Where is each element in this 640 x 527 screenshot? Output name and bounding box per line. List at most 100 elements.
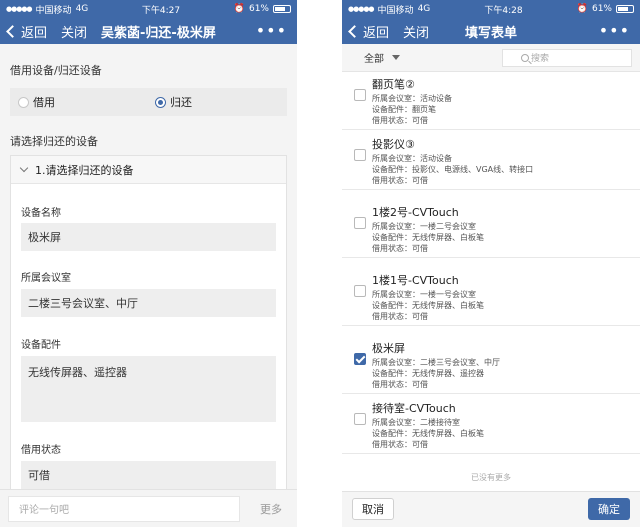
- checkbox[interactable]: [354, 89, 366, 101]
- item-state: 借用状态：可借: [372, 116, 428, 125]
- checkbox[interactable]: [354, 217, 366, 229]
- action-bar: 取消 确定: [342, 491, 640, 527]
- field-label-meeting-room: 所属会议室: [21, 273, 71, 284]
- chevron-left-icon: [348, 24, 361, 38]
- list-item-selected[interactable]: 极米屏 所属会议室：二楼三号会议室、中厅 设备配件：无线传屏器、遥控器 借用状态…: [342, 336, 640, 394]
- card-header-toggle[interactable]: 1.请选择归还的设备: [11, 156, 286, 184]
- list-item[interactable]: 1楼1号-CVTouch 所属会议室：一楼一号会议室 设备配件：无线传屏器、白板…: [342, 268, 640, 326]
- confirm-button[interactable]: 确定: [588, 498, 630, 520]
- device-card: 1.请选择归还的设备 设备名称 极米屏 所属会议室 二楼三号会议室、中厅 设备配…: [10, 155, 287, 499]
- status-bar: ●●●●● 中国移动 4G 下午4:27 ⏰ 61%: [0, 0, 297, 18]
- checkbox-checked[interactable]: [354, 353, 366, 365]
- caret-down-icon: [392, 55, 400, 60]
- radio-group-borrow-return: 借用 归还: [10, 88, 287, 116]
- item-parts: 设备配件：无线传屏器、白板笔: [372, 301, 484, 310]
- filter-all-dropdown[interactable]: 全部: [364, 50, 400, 65]
- battery-icon: [273, 5, 291, 13]
- close-button[interactable]: 关闭: [403, 22, 429, 41]
- item-state: 借用状态：可借: [372, 312, 428, 321]
- filter-all-label: 全部: [364, 54, 384, 65]
- radio-label: 借用: [33, 96, 55, 109]
- field-value-accessories[interactable]: 无线传屏器、遥控器: [21, 356, 276, 422]
- field-value-device-name[interactable]: 极米屏: [21, 223, 276, 251]
- item-state: 借用状态：可借: [372, 440, 428, 449]
- field-label-borrow-status: 借用状态: [21, 445, 61, 456]
- item-room: 所属会议室：一楼一号会议室: [372, 290, 476, 299]
- more-menu-button[interactable]: •••: [256, 21, 287, 40]
- signal-icon: ●●●●●: [6, 5, 33, 13]
- item-room: 所属会议室：活动设备: [372, 154, 452, 163]
- radio-circle-selected: [155, 96, 166, 108]
- search-input[interactable]: 搜索: [502, 48, 632, 67]
- back-label: 返回: [21, 25, 48, 41]
- item-parts: 设备配件：翻页笔: [372, 105, 436, 114]
- radio-return[interactable]: 归还: [155, 94, 192, 110]
- item-name: 翻页笔②: [372, 78, 415, 91]
- checkbox[interactable]: [354, 149, 366, 161]
- radio-borrow[interactable]: 借用: [18, 94, 55, 110]
- alarm-icon: ⏰: [576, 4, 588, 14]
- battery-icon: [616, 5, 634, 13]
- filter-bar: 全部 搜索: [342, 44, 640, 72]
- list-item[interactable]: 1楼2号-CVTouch 所属会议室：一楼二号会议室 设备配件：无线传屏器、白板…: [342, 200, 640, 258]
- back-button[interactable]: 返回: [342, 22, 389, 41]
- page-title: 吴紫菡-归还-极米屏: [101, 25, 216, 41]
- item-name: 1楼2号-CVTouch: [372, 206, 459, 219]
- status-bar: ●●●●● 中国移动 4G 下午4:28 ⏰ 61%: [342, 0, 640, 18]
- item-room: 所属会议室：一楼二号会议室: [372, 222, 476, 231]
- battery-percent: 61%: [248, 4, 269, 14]
- item-name: 1楼1号-CVTouch: [372, 274, 459, 287]
- section-label-borrow-return: 借用设备/归还设备: [10, 64, 102, 77]
- field-value-borrow-status[interactable]: 可借: [21, 461, 276, 489]
- signal-icon: ●●●●●: [348, 5, 375, 13]
- back-label: 返回: [363, 25, 390, 41]
- item-name: 接待室-CVTouch: [372, 402, 456, 415]
- search-icon: [521, 53, 529, 62]
- comment-bar: 评论一句吧 更多: [0, 489, 297, 527]
- no-more-label: 已没有更多: [471, 473, 511, 482]
- item-state: 借用状态：可借: [372, 244, 428, 253]
- card-header-label: 1.请选择归还的设备: [35, 163, 134, 177]
- checkbox[interactable]: [354, 413, 366, 425]
- radio-label: 归还: [170, 96, 192, 109]
- field-label-accessories: 设备配件: [21, 340, 61, 351]
- left-screen: ●●●●● 中国移动 4G 下午4:27 ⏰ 61% 返回 关闭 吴紫菡-归还-…: [0, 0, 297, 527]
- item-parts: 设备配件：无线传屏器、白板笔: [372, 233, 484, 242]
- chevron-left-icon: [6, 24, 19, 38]
- checkbox[interactable]: [354, 285, 366, 297]
- network-label: 4G: [75, 4, 89, 14]
- cancel-button[interactable]: 取消: [352, 498, 394, 520]
- radio-circle: [18, 96, 29, 108]
- more-button[interactable]: 更多: [260, 501, 282, 517]
- search-placeholder: 搜索: [531, 54, 550, 64]
- field-label-device-name: 设备名称: [21, 208, 61, 219]
- item-state: 借用状态：可借: [372, 176, 428, 185]
- carrier-label: 中国移动: [377, 5, 414, 16]
- list-item[interactable]: 接待室-CVTouch 所属会议室：二楼接待室 设备配件：无线传屏器、白板笔 借…: [342, 396, 640, 454]
- nav-bar: 返回 关闭 填写表单 •••: [342, 18, 640, 44]
- item-state: 借用状态：可借: [372, 380, 428, 389]
- battery-percent: 61%: [591, 4, 612, 14]
- comment-input[interactable]: 评论一句吧: [8, 495, 240, 522]
- network-label: 4G: [417, 4, 431, 14]
- list-item[interactable]: 翻页笔② 所属会议室：活动设备 设备配件：翻页笔 借用状态：可借: [342, 72, 640, 130]
- carrier-label: 中国移动: [35, 5, 72, 16]
- close-button[interactable]: 关闭: [61, 22, 87, 41]
- field-value-meeting-room[interactable]: 二楼三号会议室、中厅: [21, 289, 276, 317]
- status-time: 下午4:27: [141, 5, 181, 16]
- item-name: 极米屏: [372, 342, 405, 355]
- right-screen: ●●●●● 中国移动 4G 下午4:28 ⏰ 61% 返回 关闭 填写表单 ••…: [342, 0, 640, 527]
- chevron-down-icon: [19, 163, 29, 173]
- item-parts: 设备配件：无线传屏器、白板笔: [372, 429, 484, 438]
- alarm-icon: ⏰: [233, 4, 245, 14]
- item-parts: 设备配件：无线传屏器、遥控器: [372, 369, 484, 378]
- section-label-select-device: 请选择归还的设备: [10, 135, 98, 148]
- item-room: 所属会议室：二楼三号会议室、中厅: [372, 358, 500, 367]
- back-button[interactable]: 返回: [0, 22, 47, 41]
- item-parts: 设备配件：投影仪、电源线、VGA线、转接口: [372, 165, 534, 174]
- list-item[interactable]: 投影仪③ 所属会议室：活动设备 设备配件：投影仪、电源线、VGA线、转接口 借用…: [342, 132, 640, 190]
- item-name: 投影仪③: [372, 138, 415, 151]
- form-content: 借用设备/归还设备 借用 归还 请选择归还的设备 1.请选择归还的设备 设备名称…: [0, 44, 297, 527]
- status-time: 下午4:28: [484, 5, 523, 16]
- more-menu-button[interactable]: •••: [599, 21, 630, 40]
